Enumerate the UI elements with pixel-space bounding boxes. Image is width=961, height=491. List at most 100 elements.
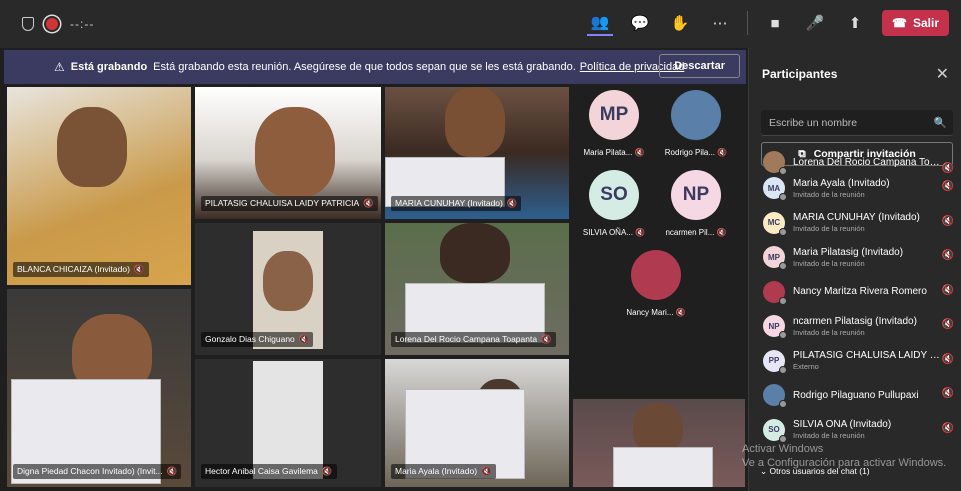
search-icon: 🔍	[933, 117, 947, 129]
muted-mic-icon: 🔇	[632, 148, 645, 157]
avatar: MP	[589, 90, 639, 140]
participant-item[interactable]: NP ncarmen Pilatasig (Invitado) Invitado d…	[749, 309, 961, 344]
gallery-avatar[interactable]: Rodrigo Pila... 🔇	[656, 90, 736, 157]
tile-name-label: PILATASIG CHALUISA LAIDY PATRICIA 🔇	[201, 196, 378, 211]
muted-mic-icon[interactable]: 🔇	[942, 423, 954, 434]
muted-mic-icon: 🔇	[321, 466, 333, 476]
video-tile[interactable]: Hector Anibal Caisa Gavilema 🔇	[194, 358, 382, 488]
tile-name: BLANCA CHICAIZA (Invitado)	[17, 264, 130, 274]
chat-icon[interactable]: 💬	[627, 10, 653, 36]
camera-icon[interactable]: ■	[762, 10, 788, 36]
video-tile[interactable]: Digna Piedad Chacon Invitado) (Invit... 🔇	[6, 288, 192, 488]
avatar: MC	[763, 211, 787, 236]
participants-icon[interactable]: 👥	[587, 10, 614, 36]
gallery-avatar[interactable]: SO SILVIA OÑA... 🔇	[574, 170, 654, 237]
video-tile[interactable]: Gonzalo Dias Chiguano 🔇	[194, 222, 382, 356]
avatar-label: ncarmen Pil... 🔇	[656, 228, 736, 237]
participant-text: MARIA CUNUHAY (Invitado) Invitado de la r…	[793, 212, 943, 233]
participant-item[interactable]: PP PILATASIG CHALUISA LAIDY PAT... Externo…	[749, 344, 961, 379]
participant-text: Maria Pilatasig (Invitado) Invitado de la…	[793, 247, 943, 268]
video-feed-inner	[253, 361, 323, 479]
banner-message: Está grabando esta reunión. Asegúrese de…	[153, 61, 576, 73]
participant-name: MARIA CUNUHAY (Invitado)	[793, 212, 920, 224]
participant-item[interactable]: Lorena Del Rocio Campana Toap... 🔇	[749, 151, 961, 175]
participant-face	[633, 403, 683, 453]
leave-label: Salir	[912, 16, 939, 30]
tile-name: Maria Ayala (Invitado)	[395, 466, 478, 476]
status-badge	[779, 227, 787, 236]
meeting-timer: --:--	[70, 17, 95, 31]
gallery-avatar[interactable]: NP ncarmen Pil... 🔇	[656, 170, 736, 237]
warning-icon: ⚠	[54, 60, 65, 74]
avatar-initials: MP	[768, 252, 780, 262]
tile-name: Gonzalo Dias Chiguano	[205, 334, 295, 344]
avatar-initials: NP	[682, 184, 710, 205]
discard-button[interactable]: Descartar	[659, 54, 740, 78]
tile-name: PILATASIG CHALUISA LAIDY PATRICIA	[205, 198, 360, 208]
video-tile[interactable]: Maria Ayala (Invitado) 🔇	[384, 358, 570, 488]
participant-name: Nancy Maritza Rivera Romero	[793, 286, 927, 298]
status-badge	[779, 365, 787, 374]
recording-icon	[46, 18, 58, 30]
avatar-initials: MP	[599, 104, 629, 125]
video-tile[interactable]: Lorena Del Rocio Campana Toapanta 🔇	[384, 222, 570, 356]
phone-icon: ☎	[892, 16, 907, 30]
avatar	[763, 384, 787, 409]
gallery-avatar[interactable]: MP Maria Pilata... 🔇	[574, 90, 654, 157]
video-tile[interactable]	[572, 398, 746, 488]
participant-role: Invitado de la reunión	[793, 189, 865, 199]
participant-role: Invitado de la reunión	[793, 431, 865, 441]
more-options-icon[interactable]: ⋯	[707, 10, 733, 36]
tile-name-label: Digna Piedad Chacon Invitado) (Invit... 🔇	[13, 464, 182, 479]
muted-mic-icon: 🔇	[506, 198, 518, 208]
meeting-toolbar: --:-- 👥 💬 ✋ ⋯ ■ 🎤 ⬆ ☎ Salir	[0, 0, 961, 48]
muted-mic-icon: 🔇	[541, 334, 552, 344]
participant-role: Invitado de la reunión	[793, 258, 865, 268]
share-screen-icon[interactable]: ⬆	[842, 10, 868, 36]
avatar-initials: SO	[600, 184, 628, 205]
drawing-paper	[613, 447, 713, 487]
microphone-icon[interactable]: 🎤	[802, 10, 828, 36]
toolbar-divider	[747, 11, 749, 35]
status-badge	[779, 193, 787, 202]
muted-mic-icon[interactable]: 🔇	[942, 216, 954, 227]
participant-list: Lorena Del Rocio Campana Toap... 🔇 MA Maria…	[749, 151, 961, 447]
participant-role: Externo	[793, 362, 819, 372]
tile-name-label: Gonzalo Dias Chiguano 🔇	[201, 332, 314, 347]
video-tile[interactable]: PILATASIG CHALUISA LAIDY PATRICIA 🔇	[194, 86, 382, 220]
muted-mic-icon: 🔇	[673, 308, 686, 317]
watermark-text: Ve a Configuración para activar Windows.	[742, 457, 947, 469]
avatar-label: Maria Pilata... 🔇	[574, 148, 654, 157]
muted-mic-icon: 🔇	[714, 228, 727, 237]
gallery-avatar[interactable]: Nancy Mari... 🔇	[616, 250, 696, 317]
tile-name-label: Maria Ayala (Invitado) 🔇	[391, 464, 496, 479]
status-badge	[779, 262, 787, 271]
tile-name-label: BLANCA CHICAIZA (Invitado) 🔇	[13, 262, 149, 277]
reactions-icon[interactable]: ✋	[667, 10, 693, 36]
muted-mic-icon: 🔇	[166, 466, 178, 476]
participant-text: SILVIA OÑA (Invitado) Invitado de la reun…	[793, 419, 943, 440]
avatar-initials: PP	[768, 356, 780, 366]
muted-mic-icon[interactable]: 🔇	[942, 354, 954, 365]
muted-mic-icon[interactable]: 🔇	[942, 388, 954, 399]
tile-name: Digna Piedad Chacon Invitado) (Invit...	[17, 466, 163, 476]
video-tile[interactable]: BLANCA CHICAIZA (Invitado) 🔇	[6, 86, 192, 286]
participant-face	[440, 223, 510, 283]
muted-mic-icon[interactable]: 🔇	[942, 319, 954, 330]
participant-item[interactable]: Rodrigo Pilaguano Pullupaxi 🔇	[749, 378, 961, 413]
video-tile[interactable]: MARIA CUNUHAY (Invitado) 🔇	[384, 86, 570, 220]
leave-button[interactable]: ☎ Salir	[882, 10, 949, 36]
muted-mic-icon[interactable]: 🔇	[942, 285, 954, 296]
participant-text: Maria Ayala (Invitado) Invitado de la reu…	[793, 178, 943, 199]
muted-mic-icon[interactable]: 🔇	[942, 181, 954, 192]
participant-name: SILVIA OÑA (Invitado)	[793, 419, 892, 431]
search-input[interactable]: Escribe un nombre 🔍	[761, 110, 953, 136]
tile-name: MARIA CUNUHAY (Invitado)	[395, 198, 503, 208]
participant-item[interactable]: MA Maria Ayala (Invitado) Invitado de la r…	[749, 171, 961, 206]
close-icon[interactable]: ✕	[936, 64, 949, 84]
participant-item[interactable]: MC MARIA CUNUHAY (Invitado) Invitado de la…	[749, 206, 961, 241]
participant-item[interactable]: Nancy Maritza Rivera Romero 🔇	[749, 275, 961, 310]
participant-item[interactable]: MP Maria Pilatasig (Invitado) Invitado de …	[749, 240, 961, 275]
participant-name: PILATASIG CHALUISA LAIDY PAT...	[793, 350, 943, 362]
muted-mic-icon[interactable]: 🔇	[942, 250, 954, 261]
